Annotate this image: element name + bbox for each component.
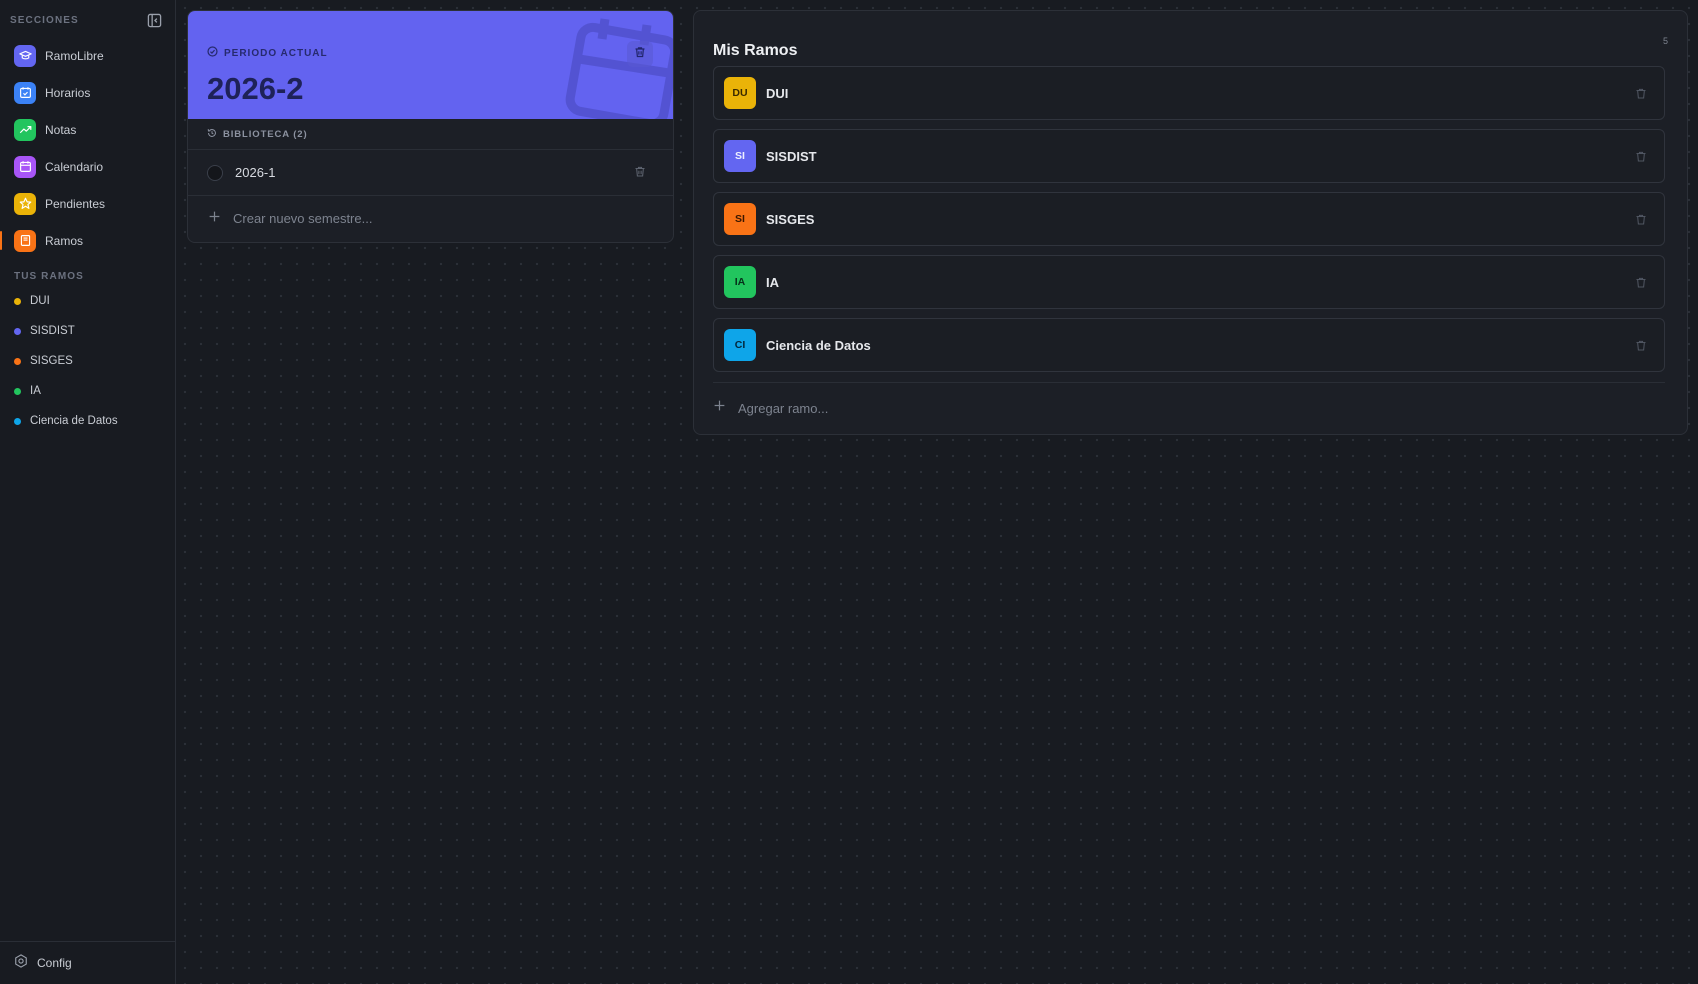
trash-icon[interactable] — [1635, 339, 1647, 357]
trash-icon[interactable] — [634, 165, 646, 183]
ramos-title: Mis Ramos — [713, 42, 798, 59]
nav-item-calendario[interactable]: Calendario — [0, 148, 176, 185]
nav-item-ramolibre[interactable]: RamoLibre — [0, 37, 176, 74]
trending-up-icon — [14, 118, 36, 141]
course-item-sisges[interactable]: SISGES — [0, 346, 176, 376]
trash-icon[interactable] — [1635, 150, 1647, 168]
course-item-ciencia-de-datos[interactable]: Ciencia de Datos — [0, 406, 176, 436]
create-semester-placeholder: Crear nuevo semestre... — [233, 211, 373, 226]
plus-icon — [208, 210, 221, 228]
ramo-item-sisges[interactable]: SI SISGES — [713, 192, 1665, 246]
calendar-decoration-icon — [557, 15, 673, 119]
add-ramo-input[interactable]: Agregar ramo... — [713, 395, 828, 421]
delete-current-period-button[interactable] — [627, 41, 653, 67]
library-label: BIBLIOTECA (2) — [223, 128, 308, 140]
settings-icon — [14, 953, 28, 973]
nav-label: RamoLibre — [45, 48, 104, 63]
semester-label: 2026-1 — [235, 165, 276, 180]
history-icon — [207, 125, 217, 143]
courses-section-label: TUS RAMOS — [14, 271, 84, 282]
course-label: SISGES — [30, 355, 73, 367]
sidebar-collapse-icon[interactable] — [146, 12, 162, 28]
ramo-name: DUI — [766, 85, 789, 101]
course-label: DUI — [30, 295, 50, 307]
current-period-label: PERIODO ACTUAL — [224, 47, 328, 59]
ramo-item-ia[interactable]: IA IA — [713, 255, 1665, 309]
ramo-name: SISGES — [766, 211, 815, 227]
ramo-name: Ciencia de Datos — [766, 337, 871, 353]
nav-label: Pendientes — [45, 196, 106, 211]
calendar-check-icon — [14, 81, 36, 104]
nav-label: Ramos — [45, 233, 84, 248]
nav-item-ramos[interactable]: Ramos — [0, 222, 176, 259]
nav-item-notas[interactable]: Notas — [0, 111, 176, 148]
course-item-ia[interactable]: IA — [0, 376, 176, 406]
ramos-count: 5 — [1662, 36, 1668, 46]
sections-label: SECCIONES — [10, 14, 79, 26]
book-icon — [14, 229, 36, 252]
course-dot — [14, 357, 21, 365]
ramo-item-sisdist[interactable]: SI SISDIST — [713, 129, 1665, 183]
config-label: Config — [37, 956, 72, 970]
create-semester-input[interactable]: Crear nuevo semestre... — [188, 196, 673, 241]
nav-label: Notas — [45, 122, 77, 137]
star-icon — [14, 192, 36, 215]
ramo-badge: SI — [724, 140, 756, 172]
sidebar: SECCIONES RamoLibre Horarios Notas Calen… — [0, 0, 176, 984]
ramo-name: IA — [766, 274, 779, 290]
current-period-value: 2026-2 — [207, 71, 304, 106]
nav-item-pendientes[interactable]: Pendientes — [0, 185, 176, 222]
calendar-icon — [14, 155, 36, 178]
current-period-hero: PERIODO ACTUAL 2026-2 — [188, 11, 673, 119]
nav-item-horarios[interactable]: Horarios — [0, 74, 176, 111]
trash-icon[interactable] — [1635, 213, 1647, 231]
ramo-item-ciencia-de-datos[interactable]: CI Ciencia de Datos — [713, 318, 1665, 372]
nav-label: Horarios — [45, 85, 91, 100]
semester-radio[interactable] — [207, 164, 223, 181]
course-label: IA — [30, 385, 41, 397]
course-dot — [14, 297, 21, 305]
semester-item[interactable]: 2026-1 — [188, 150, 673, 196]
course-item-dui[interactable]: DUI — [0, 286, 176, 316]
library-header: BIBLIOTECA (2) — [188, 119, 673, 150]
course-label: Ciencia de Datos — [30, 415, 118, 427]
ramo-badge: CI — [724, 329, 756, 361]
trash-icon[interactable] — [1635, 276, 1647, 294]
nav-label: Calendario — [45, 159, 104, 174]
ramo-badge: IA — [724, 266, 756, 298]
sidebar-nav: RamoLibre Horarios Notas Calendario Pend… — [0, 37, 176, 259]
trash-icon[interactable] — [1635, 87, 1647, 105]
course-list: DUI SISDIST SISGES IA Ciencia de Datos — [0, 286, 176, 436]
ramo-name: SISDIST — [766, 148, 817, 164]
graduation-cap-icon — [14, 44, 36, 67]
semester-card: PERIODO ACTUAL 2026-2 BIBLIOTECA (2) 202… — [187, 10, 674, 243]
plus-icon — [713, 399, 726, 417]
config-button[interactable]: Config — [0, 941, 176, 984]
current-period-label-row: PERIODO ACTUAL — [207, 44, 328, 62]
sidebar-header: SECCIONES — [10, 12, 162, 28]
ramos-panel: Mis Ramos 5 DU DUI SI SISDIST SI SISGES — [693, 10, 1688, 435]
ramo-item-dui[interactable]: DU DUI — [713, 66, 1665, 120]
add-ramo-placeholder: Agregar ramo... — [738, 400, 829, 416]
course-dot — [14, 417, 21, 425]
check-circle-icon — [207, 44, 218, 62]
course-dot — [14, 387, 21, 395]
trash-icon — [634, 45, 646, 63]
course-label: SISDIST — [30, 325, 75, 337]
course-item-sisdist[interactable]: SISDIST — [0, 316, 176, 346]
ramos-divider — [713, 382, 1665, 383]
ramo-badge: DU — [724, 77, 756, 109]
ramos-list: DU DUI SI SISDIST SI SISGES IA IA CI Cie… — [713, 66, 1665, 381]
ramo-badge: SI — [724, 203, 756, 235]
course-dot — [14, 327, 21, 335]
